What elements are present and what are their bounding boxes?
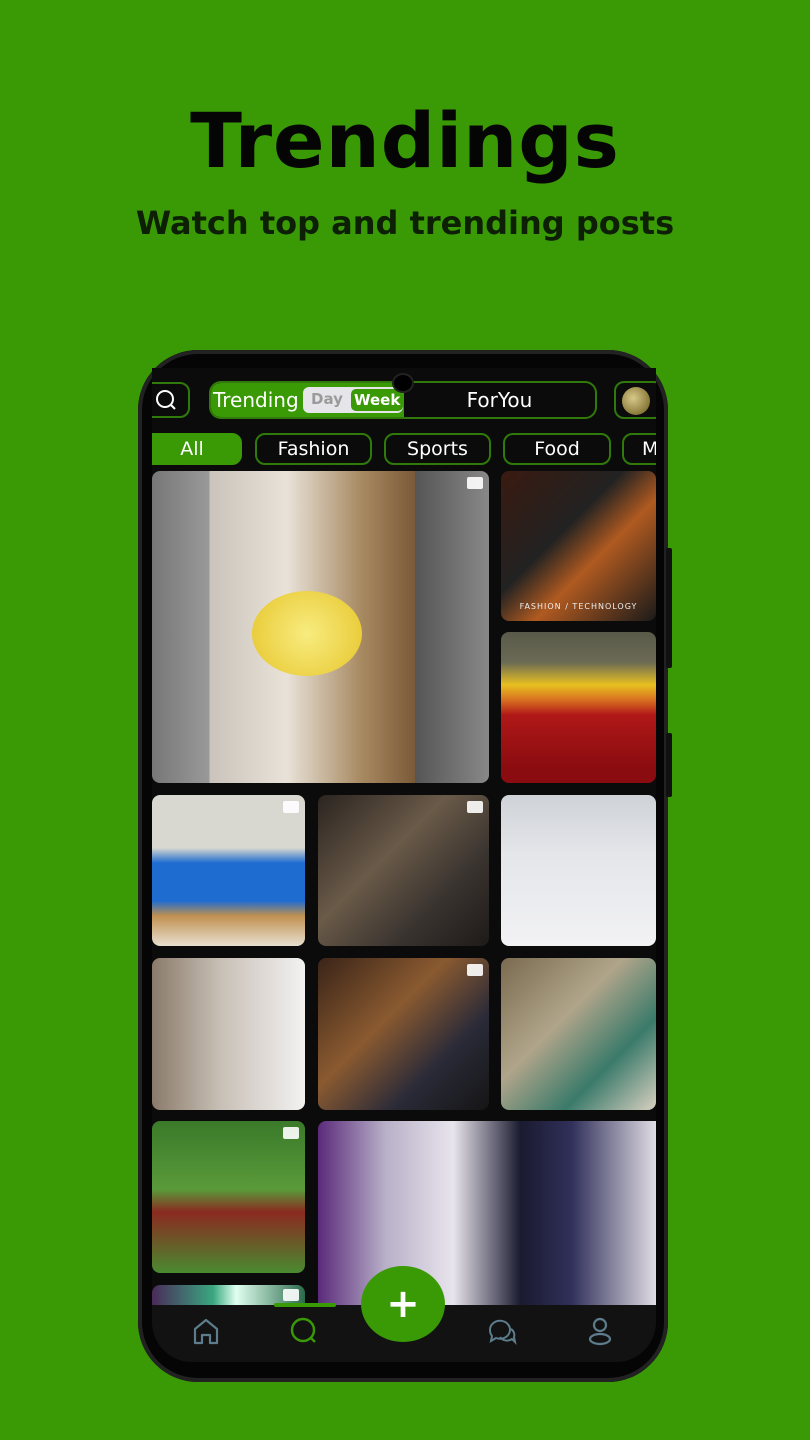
- feed-tile-image[interactable]: [318, 1121, 656, 1305]
- feed-tile-gallery[interactable]: [152, 1285, 305, 1305]
- feed-tile-video[interactable]: [318, 958, 489, 1110]
- search-button[interactable]: [152, 382, 190, 418]
- tab-trending-label: Trending: [213, 388, 299, 412]
- feed-tile-video[interactable]: [152, 471, 489, 783]
- tab-trending[interactable]: Trending Day Week: [211, 383, 404, 417]
- gallery-icon: [467, 801, 483, 813]
- app-screen: Trending Day Week ForYou All Fashion Spo…: [152, 368, 656, 1362]
- feed-tile-video[interactable]: [152, 795, 305, 946]
- video-icon: [467, 477, 483, 489]
- feed-tile-image[interactable]: [501, 632, 656, 783]
- chip-fashion[interactable]: Fashion: [255, 433, 372, 465]
- feed-tile-image[interactable]: FASHION / TECHNOLOGY: [501, 471, 656, 621]
- feed-tile-gallery[interactable]: [318, 795, 489, 946]
- search-icon: [156, 390, 176, 410]
- gallery-icon: [283, 1127, 299, 1139]
- active-tab-indicator: [274, 1303, 336, 1307]
- category-chips: All Fashion Sports Food M: [152, 433, 656, 467]
- overlay-text: FASHION / TECHNOLOGY: [519, 602, 638, 611]
- video-icon: [283, 801, 299, 813]
- chip-food[interactable]: Food: [503, 433, 611, 465]
- feed-tile-gallery[interactable]: [152, 1121, 305, 1273]
- headline-subtitle: Watch top and trending posts: [135, 204, 675, 242]
- feed-tile-image[interactable]: [501, 958, 656, 1110]
- home-icon[interactable]: [190, 1315, 222, 1347]
- chip-sports[interactable]: Sports: [384, 433, 491, 465]
- period-week[interactable]: Week: [351, 389, 404, 411]
- period-toggle: Day Week: [303, 387, 404, 413]
- search-icon[interactable]: [288, 1315, 320, 1347]
- profile-icon[interactable]: [584, 1315, 616, 1347]
- chip-all[interactable]: All: [152, 433, 242, 465]
- camera-notch: [392, 373, 414, 393]
- chat-icon[interactable]: [486, 1315, 518, 1347]
- gallery-icon: [283, 1289, 299, 1301]
- trophy-button[interactable]: [614, 381, 656, 419]
- side-button: [666, 548, 672, 668]
- headline-title: Trendings: [190, 96, 620, 185]
- chip-more[interactable]: M: [622, 433, 656, 465]
- trophy-icon: [622, 387, 650, 415]
- video-icon: [467, 964, 483, 976]
- feed-tile-image[interactable]: [501, 795, 656, 946]
- tab-foryou[interactable]: ForYou: [404, 383, 595, 417]
- create-post-button[interactable]: +: [361, 1266, 445, 1342]
- side-button: [666, 733, 672, 797]
- period-day[interactable]: Day: [311, 390, 343, 408]
- lemon-image: [252, 591, 362, 676]
- feed-tile-image[interactable]: [152, 958, 305, 1110]
